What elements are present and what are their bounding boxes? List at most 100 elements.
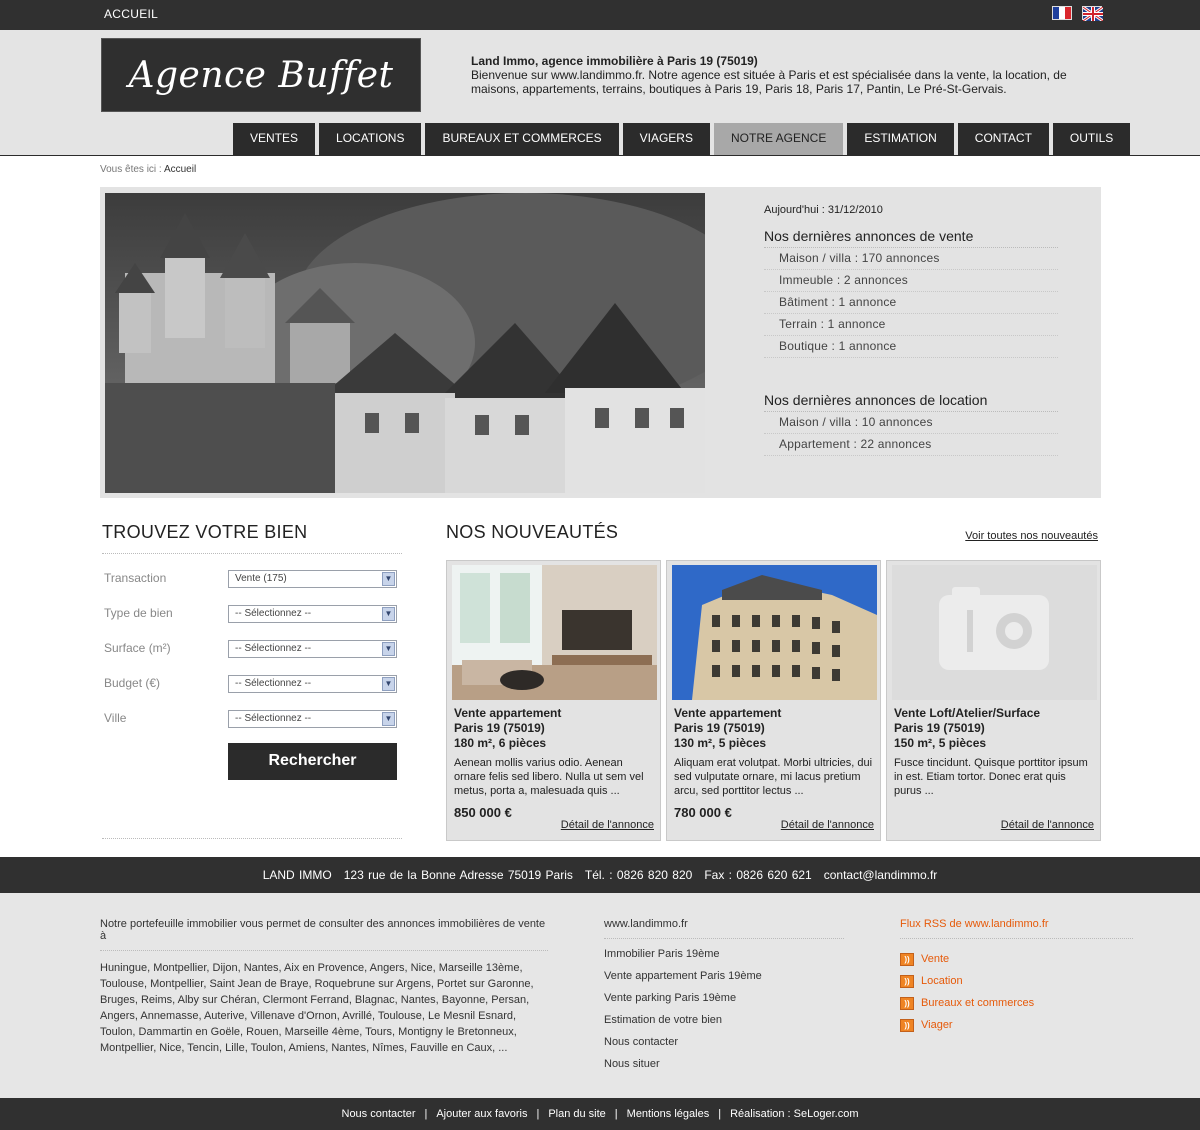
city-field: Ville -- Sélectionnez -- ▼ [102, 703, 402, 738]
listing-detail-link[interactable]: Détail de l'annonce [1001, 819, 1094, 831]
nav-ventes[interactable]: VENTES [233, 123, 316, 155]
list-item[interactable]: Terrain : 1 annonce [764, 314, 1058, 336]
agency-email[interactable]: contact@landimmo.fr [824, 868, 938, 882]
rss-icon: )) [900, 974, 914, 988]
budget-select[interactable]: -- Sélectionnez -- ▼ [228, 675, 397, 693]
rss-icon: )) [900, 952, 914, 966]
listing-photo[interactable] [452, 565, 657, 700]
listing-title: Vente appartement Paris 19 (75019) 180 m… [454, 706, 562, 750]
listing-card[interactable]: Vente appartement Paris 19 (75019) 180 m… [446, 560, 661, 841]
field-label: Type de bien [104, 606, 173, 620]
footer-link[interactable]: Vente appartement Paris 19ème [604, 970, 844, 992]
village-photo [105, 193, 705, 493]
listing-card[interactable]: Vente Loft/Atelier/Surface Paris 19 (750… [886, 560, 1101, 841]
bottom-link-sitemap[interactable]: Plan du site [548, 1108, 605, 1120]
footer-link[interactable]: Vente parking Paris 19ème [604, 992, 844, 1014]
today-date: Aujourd'hui : 31/12/2010 [764, 204, 883, 216]
list-item[interactable]: Bâtiment : 1 annonce [764, 292, 1058, 314]
list-item[interactable]: Immeuble : 2 annonces [764, 270, 1058, 292]
agency-tel: Tél. : 0826 820 820 [584, 868, 693, 882]
nav-locations[interactable]: LOCATIONS [319, 123, 422, 155]
main-content: Vous êtes ici : Accueil Aujourd'hui: 31… [0, 156, 1200, 857]
rss-link-viager[interactable]: )) Viager [900, 1014, 1133, 1036]
contact-bar: LAND IMMO 123 rue de la Bonne Adresse 750… [0, 857, 1200, 893]
nav-bureaux-commerces[interactable]: BUREAUX ET COMMERCES [425, 123, 619, 155]
rss-icon: )) [900, 996, 914, 1010]
intro: Land Immo, agence immobilière à Paris 19… [471, 54, 1101, 96]
header: Agence Buffet Land Immo, agence immobili… [0, 30, 1200, 156]
news-cards: Vente appartement Paris 19 (75019) 180 m… [446, 560, 1101, 841]
listing-photo[interactable] [672, 565, 877, 700]
listing-description: Fusce tincidunt. Quisque porttitor ipsum… [894, 757, 1088, 797]
listing-price: 780 000 € [674, 805, 732, 820]
surface-select[interactable]: -- Sélectionnez -- ▼ [228, 640, 397, 658]
footer-link[interactable]: Immobilier Paris 19ème [604, 948, 844, 970]
rss-link-location[interactable]: )) Location [900, 970, 1133, 992]
footer-rss: Flux RSS de www.landimmo.fr )) Vente )) Lo… [900, 918, 1133, 1036]
hero-panel: Aujourd'hui : 31/12/2010 Nos dernières a… [100, 187, 1101, 498]
transaction-select[interactable]: Vente (175) ▼ [228, 570, 397, 588]
rss-icon: )) [900, 1018, 914, 1032]
bottom-link-legal[interactable]: Mentions légales [627, 1108, 710, 1120]
nav-contact[interactable]: CONTACT [957, 123, 1049, 155]
listing-title: Vente Loft/Atelier/Surface Paris 19 (750… [894, 706, 1041, 750]
listing-description: Aenean mollis varius odio. Aenean ornare… [454, 757, 644, 797]
list-item[interactable]: Boutique : 1 annonce [764, 336, 1058, 358]
logo[interactable]: Agence Buffet [101, 38, 421, 112]
nav-viagers[interactable]: VIAGERS [622, 123, 710, 155]
search-button[interactable]: Rechercher [228, 743, 397, 780]
footer: Notre portefeuille immobilier vous perme… [0, 893, 1200, 1098]
chevron-down-icon: ▼ [382, 572, 395, 586]
listing-photo-placeholder[interactable] [892, 565, 1097, 700]
list-item[interactable]: Appartement : 22 annonces [764, 434, 1058, 456]
rent-listings: Maison / villa : 10 annonces Appartement… [764, 412, 1058, 456]
chevron-down-icon: ▼ [382, 642, 395, 656]
rss-link-vente[interactable]: )) Vente [900, 948, 1133, 970]
logo-text: Agence Buffet [128, 54, 394, 96]
search-panel: TROUVEZ VOTRE BIEN Transaction Vente (17… [102, 522, 402, 852]
field-label: Ville [104, 711, 127, 725]
city-select[interactable]: -- Sélectionnez -- ▼ [228, 710, 397, 728]
budget-field: Budget (€) -- Sélectionnez -- ▼ [102, 668, 402, 703]
city-list[interactable]: Huningue, Montpellier, Dijon, Nantes, Ai… [100, 960, 548, 1056]
french-flag-icon[interactable] [1052, 6, 1072, 20]
footer-portfolio-title: Notre portefeuille immobilier vous perme… [100, 918, 548, 951]
search-title: TROUVEZ VOTRE BIEN [102, 522, 402, 554]
sale-listings-title: Nos dernières annonces de vente [764, 228, 1058, 248]
listing-price: 850 000 € [454, 805, 512, 820]
rss-link-bureaux[interactable]: )) Bureaux et commerces [900, 992, 1133, 1014]
footer-link[interactable]: Estimation de votre bien [604, 1014, 844, 1036]
home-link[interactable]: ACCUEIL [104, 7, 158, 21]
intro-text: Bienvenue sur www.landimmo.fr. Notre age… [471, 68, 1067, 96]
main-nav: VENTES LOCATIONS BUREAUX ET COMMERCES VI… [233, 123, 1131, 155]
nav-estimation[interactable]: ESTIMATION [847, 123, 954, 155]
list-item[interactable]: Maison / villa : 10 annonces [764, 412, 1058, 434]
footer-site-links: www.landimmo.fr Immobilier Paris 19ème V… [604, 918, 844, 1080]
bottom-link-favorites[interactable]: Ajouter aux favoris [436, 1108, 527, 1120]
bottom-link-contact[interactable]: Nous contacter [342, 1108, 416, 1120]
listing-detail-link[interactable]: Détail de l'annonce [561, 819, 654, 831]
listing-description: Aliquam erat volutpat. Morbi ultricies, … [674, 757, 873, 797]
english-flag-icon[interactable] [1082, 6, 1103, 21]
rent-listings-title: Nos dernières annonces de location [764, 392, 1058, 412]
list-item[interactable]: Maison / villa : 170 annonces [764, 248, 1058, 270]
view-all-link[interactable]: Voir toutes nos nouveautés [965, 530, 1098, 542]
field-label: Surface (m²) [104, 641, 171, 655]
chevron-down-icon: ▼ [382, 712, 395, 726]
breadcrumb-prefix: Vous êtes ici : [100, 164, 162, 175]
bottom-link-credits[interactable]: Réalisation : SeLoger.com [730, 1108, 858, 1120]
property-type-select[interactable]: -- Sélectionnez -- ▼ [228, 605, 397, 623]
nav-outils[interactable]: OUTILS [1052, 123, 1131, 155]
chevron-down-icon: ▼ [382, 677, 395, 691]
listing-card[interactable]: Vente appartement Paris 19 (75019) 130 m… [666, 560, 881, 841]
footer-link[interactable]: Nous situer [604, 1058, 844, 1080]
transaction-field: Transaction Vente (175) ▼ [102, 563, 402, 598]
chevron-down-icon: ▼ [382, 607, 395, 621]
breadcrumb: Vous êtes ici : Accueil [100, 164, 196, 175]
nav-notre-agence[interactable]: NOTRE AGENCE [713, 123, 844, 155]
footer-link[interactable]: Nous contacter [604, 1036, 844, 1058]
news-panel: NOS NOUVEAUTÉS Voir toutes nos nouveauté… [446, 522, 1101, 852]
breadcrumb-current[interactable]: Accueil [164, 164, 196, 175]
listing-detail-link[interactable]: Détail de l'annonce [781, 819, 874, 831]
listing-title: Vente appartement Paris 19 (75019) 130 m… [674, 706, 782, 750]
